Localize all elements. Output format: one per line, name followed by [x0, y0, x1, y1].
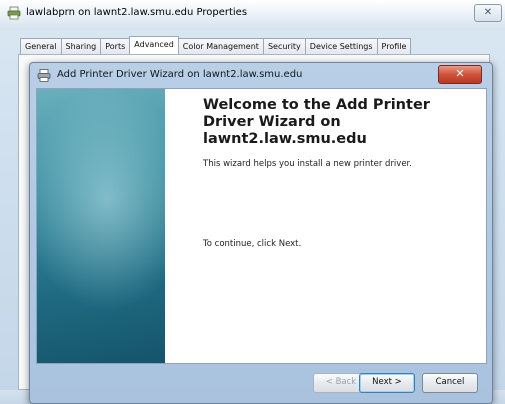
- properties-window-title: lawlabprn on lawnt2.law.smu.edu Properti…: [26, 7, 248, 18]
- tab-ports[interactable]: Ports: [100, 38, 131, 54]
- tab-profile[interactable]: Profile: [376, 38, 412, 54]
- next-button[interactable]: Next >: [359, 373, 415, 393]
- cancel-button[interactable]: Cancel: [422, 373, 478, 393]
- properties-close-button[interactable]: ✕: [474, 4, 502, 22]
- wizard-continue-text: To continue, click Next.: [203, 239, 302, 249]
- wizard-welcome-heading: Welcome to the Add Printer Driver Wizard…: [203, 97, 430, 147]
- wizard-content: Welcome to the Add Printer Driver Wizard…: [36, 88, 487, 364]
- tab-security[interactable]: Security: [262, 38, 306, 54]
- tab-advanced[interactable]: Advanced: [129, 36, 179, 54]
- tab-color-management[interactable]: Color Management: [177, 38, 264, 54]
- printer-icon: [7, 6, 21, 20]
- tab-general[interactable]: General: [20, 38, 62, 54]
- wizard-close-button[interactable]: ✕: [438, 65, 482, 84]
- wizard-title: Add Printer Driver Wizard on lawnt2.law.…: [57, 69, 303, 80]
- wizard-intro-text: This wizard helps you install a new prin…: [203, 159, 412, 169]
- properties-title-bar[interactable]: lawlabprn on lawnt2.law.smu.edu Properti…: [0, 0, 505, 30]
- tab-sharing[interactable]: Sharing: [60, 38, 102, 54]
- wizard-side-banner: [37, 89, 165, 363]
- add-printer-driver-wizard: Add Printer Driver Wizard on lawnt2.law.…: [29, 62, 493, 404]
- tab-device-settings[interactable]: Device Settings: [304, 38, 378, 54]
- properties-tab-strip: General Sharing Ports Advanced Color Man…: [20, 36, 412, 54]
- printer-icon: [37, 69, 51, 82]
